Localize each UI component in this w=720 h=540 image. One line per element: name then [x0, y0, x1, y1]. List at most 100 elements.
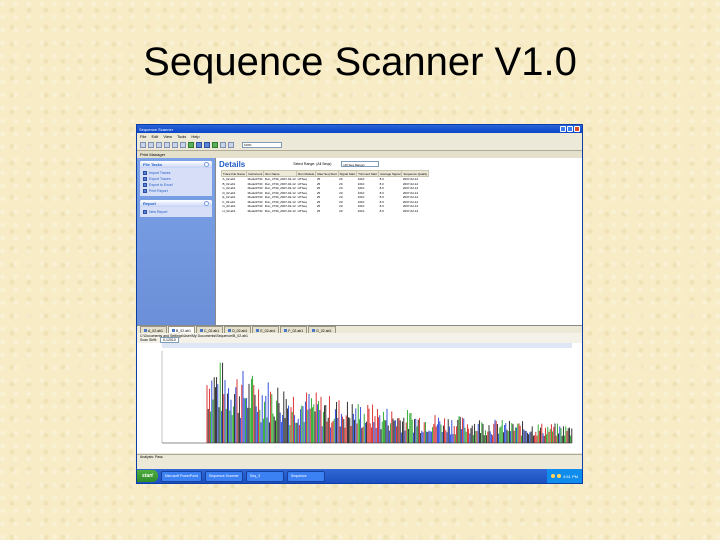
- trace-controls: C:\Documents and Settings\User\My Docume…: [137, 333, 582, 343]
- title-bar: Sequence Scanner: [137, 125, 582, 133]
- trace-table: Trace File Name Instrument Run Name Run …: [220, 170, 430, 214]
- task-label: Print Report: [149, 189, 168, 193]
- maximize-button[interactable]: [567, 126, 573, 132]
- status-bar: Analysis: Pass: [137, 454, 582, 460]
- menu-bar: File Edit View Tools Help: [137, 133, 582, 140]
- seq-range-label: Select Range: (All Seqs): [293, 162, 332, 166]
- table-cell: Model3730: [247, 204, 263, 209]
- table-cell: Model3730: [247, 195, 263, 200]
- table-cell: Run_3730_2007-02-12: [264, 195, 296, 200]
- trace-file-icon: [312, 329, 316, 332]
- file-tasks-header[interactable]: File Tasks: [140, 161, 212, 168]
- taskbar-item[interactable]: Seq_3: [245, 470, 284, 482]
- project-label: Print Manager: [140, 152, 166, 157]
- upper-pane: File Tasks Import Traces Export Traces E…: [137, 158, 582, 325]
- menu-file[interactable]: File: [140, 134, 146, 139]
- save-icon[interactable]: [148, 142, 154, 148]
- minimize-button[interactable]: [560, 126, 566, 132]
- toolbar: 100%: [137, 140, 582, 151]
- collapse-icon[interactable]: [204, 201, 209, 206]
- report-body: New Report: [140, 207, 212, 217]
- file-tasks-body: Import Traces Export Traces Export to Ex…: [140, 168, 212, 196]
- print-icon[interactable]: [156, 142, 162, 148]
- menu-view[interactable]: View: [163, 134, 172, 139]
- task-label: Export to Excel: [149, 183, 173, 187]
- tab-label: A_02.ab1: [148, 328, 163, 333]
- scan-shift: Scan Shift: 0-12010: [140, 337, 179, 343]
- export-icon[interactable]: [212, 142, 218, 148]
- table-row[interactable]: H_02.ab1 Model3730 Run_3730_2007-02-12 HTSe…: [222, 209, 429, 214]
- open-icon[interactable]: [140, 142, 146, 148]
- trace-file-icon: [284, 329, 288, 332]
- task-label: Export Traces: [149, 177, 171, 181]
- table-cell: 1010: [357, 208, 365, 213]
- report-header[interactable]: Report: [140, 200, 212, 207]
- start-button[interactable]: start: [137, 470, 158, 482]
- zoom-select[interactable]: 100%: [242, 142, 282, 148]
- taskbar-item[interactable]: Sequence Scanner: [204, 470, 243, 482]
- system-tray: 4:51 PM: [547, 469, 582, 483]
- tab-label: B_02.ab1: [176, 328, 191, 333]
- app-window: Sequence Scanner File Edit View Tools He…: [137, 125, 582, 483]
- close-button[interactable]: [574, 126, 580, 132]
- copy-icon[interactable]: [172, 142, 178, 148]
- tray-icon[interactable]: [551, 474, 556, 478]
- zoom-out-icon[interactable]: [228, 142, 234, 148]
- report-panel: Report New Report: [140, 200, 212, 217]
- table-cell: H_02.ab1: [222, 208, 236, 213]
- table-cell: HTSeq: [297, 208, 307, 213]
- table-cell: 20: [339, 208, 343, 213]
- details-pane: Details Select Range: (All Seqs) (All Se…: [215, 158, 582, 325]
- table-cell: 8.0: [379, 208, 384, 213]
- clock: 4:51 PM: [563, 473, 578, 479]
- tab-label: C_02.ab1: [204, 328, 220, 333]
- task-label: Import Traces: [149, 171, 171, 175]
- zoom-in-icon[interactable]: [220, 142, 226, 148]
- collapse-icon[interactable]: [204, 162, 209, 167]
- analyze-icon[interactable]: [188, 142, 194, 148]
- table-cell: Run_3730_2007-02-12: [264, 204, 296, 209]
- details-header: Details Select Range: (All Seqs) (All Se…: [216, 158, 582, 170]
- excel-icon: [143, 183, 147, 187]
- task-sidebar: File Tasks Import Traces Export Traces E…: [137, 158, 215, 325]
- trace-file-icon: [200, 329, 203, 332]
- task-new-report[interactable]: New Report: [143, 209, 209, 215]
- slide-title: Sequence Scanner V1.0: [143, 40, 577, 84]
- trace-view-icon[interactable]: [204, 142, 210, 148]
- delete-icon[interactable]: [180, 142, 186, 148]
- seq-range-select[interactable]: (All Seq Range): [341, 161, 380, 167]
- table-cell: Model3730: [247, 177, 263, 182]
- menu-edit[interactable]: Edit: [151, 134, 158, 139]
- printer-icon: [143, 189, 147, 193]
- tab-label: E_02.ab1: [260, 328, 276, 333]
- tray-icon[interactable]: [557, 474, 562, 478]
- export-icon: [143, 177, 147, 181]
- menu-tools[interactable]: Tools: [177, 134, 186, 139]
- details-title: Details: [219, 159, 246, 169]
- cut-icon[interactable]: [164, 142, 170, 148]
- window-title: Sequence Scanner: [139, 126, 174, 132]
- task-print-report[interactable]: Print Report: [143, 188, 209, 194]
- table-view-icon[interactable]: [196, 142, 202, 148]
- report-icon: [143, 210, 147, 214]
- file-tasks-title: File Tasks: [143, 162, 163, 167]
- tab-label: F_02.ab1: [288, 328, 304, 333]
- task-label: New Report: [149, 210, 168, 214]
- table-cell: Model3730: [247, 186, 263, 191]
- electropherogram: [137, 343, 582, 453]
- table-cell: 2007-02-12: [402, 208, 419, 213]
- menu-help[interactable]: Help: [191, 134, 199, 139]
- trace-file-icon: [144, 329, 147, 332]
- import-icon: [143, 171, 147, 175]
- trace-plot: [161, 343, 573, 444]
- taskbar-item[interactable]: Microsoft PowerPoint: [160, 470, 202, 482]
- table-cell: Run_3730_2007-02-12: [264, 186, 296, 191]
- table-cell: Model3730: [247, 208, 263, 213]
- table-cell: Run_3730_2007-02-12: [264, 208, 296, 213]
- tab-label: G_02.ab1: [316, 328, 332, 333]
- table-cell: 25: [316, 208, 321, 213]
- trace-file-icon: [228, 329, 232, 332]
- taskbar-item[interactable]: Sequence: [286, 470, 325, 482]
- windows-taskbar: start Microsoft PowerPoint Sequence Scan…: [137, 469, 582, 483]
- scan-shift-label: Scan Shift:: [140, 338, 157, 342]
